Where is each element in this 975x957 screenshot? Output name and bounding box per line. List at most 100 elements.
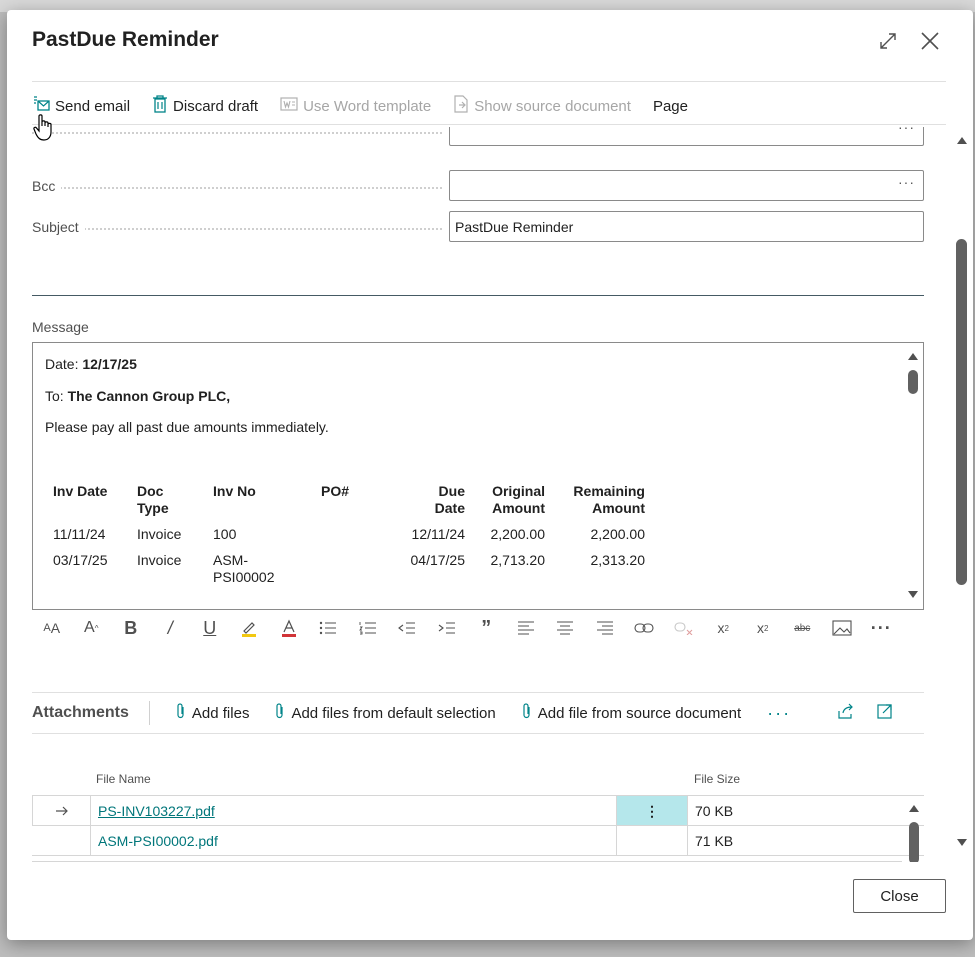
date-value: 12/17/25	[82, 356, 137, 372]
row-actions-button[interactable]: ⋮	[616, 796, 687, 826]
close-button[interactable]: Close	[853, 879, 946, 913]
subject-input[interactable]: PastDue Reminder	[449, 211, 924, 242]
col-file-size[interactable]: File Size	[694, 772, 740, 786]
to-prefix: To:	[45, 388, 64, 404]
bold-icon[interactable]: B	[111, 618, 151, 639]
trash-icon	[152, 95, 168, 117]
open-new-window-icon[interactable]	[877, 703, 893, 723]
attachment-row[interactable]: PS-INV103227.pdf ⋮ 70 KB	[32, 795, 924, 826]
expand-icon[interactable]	[877, 30, 899, 52]
grow-font-icon[interactable]: A ^	[72, 619, 112, 637]
use-word-template-button[interactable]: Use Word template	[280, 96, 431, 116]
message-date-line: Date: 12/17/25	[45, 356, 137, 372]
to-value: The Cannon Group PLC,	[67, 388, 231, 404]
invoice-table: Inv Date Doc Type Inv No PO# Due Date Orig…	[45, 481, 653, 588]
dialog-title: PastDue Reminder	[32, 28, 219, 51]
attachment-file-link[interactable]: ASM-PSI00002.pdf	[98, 833, 218, 849]
paperclip-icon	[176, 703, 186, 723]
invoice-row: 11/11/24 Invoice 100 12/11/24 2,200.00 2…	[53, 526, 645, 542]
section-divider	[32, 295, 924, 296]
invoice-row: 03/17/25 Invoice ASM- PSI00002 04/17/25 2…	[53, 552, 645, 585]
subject-field-row: Subject PastDue Reminder	[32, 211, 924, 243]
paperclip-icon	[275, 703, 285, 723]
strikethrough-icon[interactable]: abc	[783, 623, 823, 634]
discard-draft-button[interactable]: Discard draft	[152, 95, 258, 117]
superscript-icon[interactable]: x2	[704, 620, 744, 636]
page-menu[interactable]: Page	[653, 98, 688, 115]
add-file-source-button[interactable]: Add file from source document	[522, 703, 741, 723]
align-right-icon[interactable]	[585, 621, 625, 635]
insert-image-icon[interactable]	[822, 620, 862, 636]
message-label: Message	[32, 319, 89, 335]
show-source-document-button[interactable]: Show source document	[453, 95, 631, 117]
message-body-line: Please pay all past due amounts immediat…	[45, 419, 329, 435]
message-scrollbar[interactable]	[903, 343, 923, 609]
action-bar: Send email Discard draft Use Word templa…	[32, 92, 710, 120]
bcc-field-row: Bcc ···	[32, 170, 924, 202]
dialog-scrollbar[interactable]	[953, 127, 971, 862]
attachments-scrollbar[interactable]	[904, 795, 924, 862]
align-left-icon[interactable]	[506, 621, 546, 635]
message-scroll-thumb[interactable]	[908, 370, 918, 394]
col-inv-date: Inv Date	[53, 483, 108, 499]
col-remaining-amount: Remaining Amount	[573, 483, 645, 516]
date-prefix: Date:	[45, 356, 79, 372]
add-files-default-button[interactable]: Add files from default selection	[275, 703, 496, 723]
scroll-up-arrow-icon[interactable]	[909, 805, 919, 812]
add-files-label: Add files	[191, 704, 250, 722]
dialog-scroll-thumb[interactable]	[956, 239, 967, 585]
attachments-more-button[interactable]: ···	[767, 703, 791, 724]
scroll-up-arrow-icon[interactable]	[957, 137, 967, 144]
close-icon[interactable]	[919, 30, 941, 52]
subject-label: Subject	[32, 219, 85, 235]
message-to-line: To: The Cannon Group PLC,	[45, 388, 230, 404]
decrease-indent-icon[interactable]	[388, 621, 428, 635]
word-template-icon	[280, 96, 298, 116]
attachments-grid-header: File Name File Size	[32, 767, 924, 795]
show-source-document-label: Show source document	[474, 97, 631, 115]
bullet-list-icon[interactable]	[309, 621, 349, 635]
increase-indent-icon[interactable]	[427, 621, 467, 635]
scroll-down-arrow-icon[interactable]	[957, 839, 967, 846]
attachment-row[interactable]: ASM-PSI00002.pdf 71 KB	[32, 825, 924, 856]
hand-cursor-icon	[33, 114, 55, 147]
invoice-table-header: Inv Date Doc Type Inv No PO# Due Date Orig…	[45, 481, 653, 519]
bcc-label: Bcc	[32, 178, 62, 194]
align-center-icon[interactable]	[546, 621, 586, 635]
cc-input[interactable]: ···	[449, 127, 924, 146]
col-doc-type: Doc Type	[137, 483, 169, 516]
underline-icon[interactable]: U	[190, 618, 230, 639]
more-options-icon[interactable]: ···	[862, 618, 902, 639]
message-editor[interactable]: Date: 12/17/25 To: The Cannon Group PLC,…	[32, 342, 924, 610]
unlink-icon[interactable]	[664, 621, 704, 635]
link-icon[interactable]	[625, 622, 665, 634]
cc-lookup-button[interactable]: ···	[898, 127, 915, 135]
source-document-icon	[453, 95, 469, 117]
numbered-list-icon[interactable]	[348, 621, 388, 635]
font-color-icon[interactable]	[269, 619, 309, 637]
email-dialog: PastDue Reminder Send email Discard draf…	[7, 10, 973, 940]
attachments-grid: File Name File Size PS-INV103227.pdf ⋮ 7…	[32, 767, 924, 862]
add-files-button[interactable]: Add files	[176, 703, 250, 723]
col-file-name[interactable]: File Name	[96, 772, 151, 786]
rich-text-toolbar: AA A ^ B / U ” x 2 x 2 abc ···	[32, 616, 924, 640]
col-due-date: Due Date	[434, 483, 465, 516]
bcc-input[interactable]: ···	[449, 170, 924, 201]
col-inv-no: Inv No	[213, 483, 256, 499]
font-size-icon[interactable]: AA	[32, 620, 72, 636]
italic-icon[interactable]: /	[151, 618, 191, 639]
scroll-down-arrow-icon[interactable]	[908, 591, 918, 598]
paperclip-icon	[522, 703, 532, 723]
scroll-up-arrow-icon[interactable]	[908, 353, 918, 360]
highlight-icon[interactable]	[230, 619, 270, 637]
attachment-file-link[interactable]: PS-INV103227.pdf	[98, 803, 215, 819]
bcc-lookup-button[interactable]: ···	[898, 174, 915, 190]
quote-icon[interactable]: ”	[467, 617, 507, 640]
subject-value: PastDue Reminder	[455, 219, 574, 235]
dialog-content: ··· Bcc ··· Subject PastDue Reminder Mes…	[32, 127, 924, 862]
send-email-label: Send email	[55, 97, 131, 115]
subscript-icon[interactable]: x2	[743, 620, 783, 636]
attachments-header: Attachments Add files Add files from def…	[32, 692, 924, 734]
attachments-scroll-thumb[interactable]	[909, 822, 919, 862]
share-icon[interactable]	[837, 703, 855, 723]
